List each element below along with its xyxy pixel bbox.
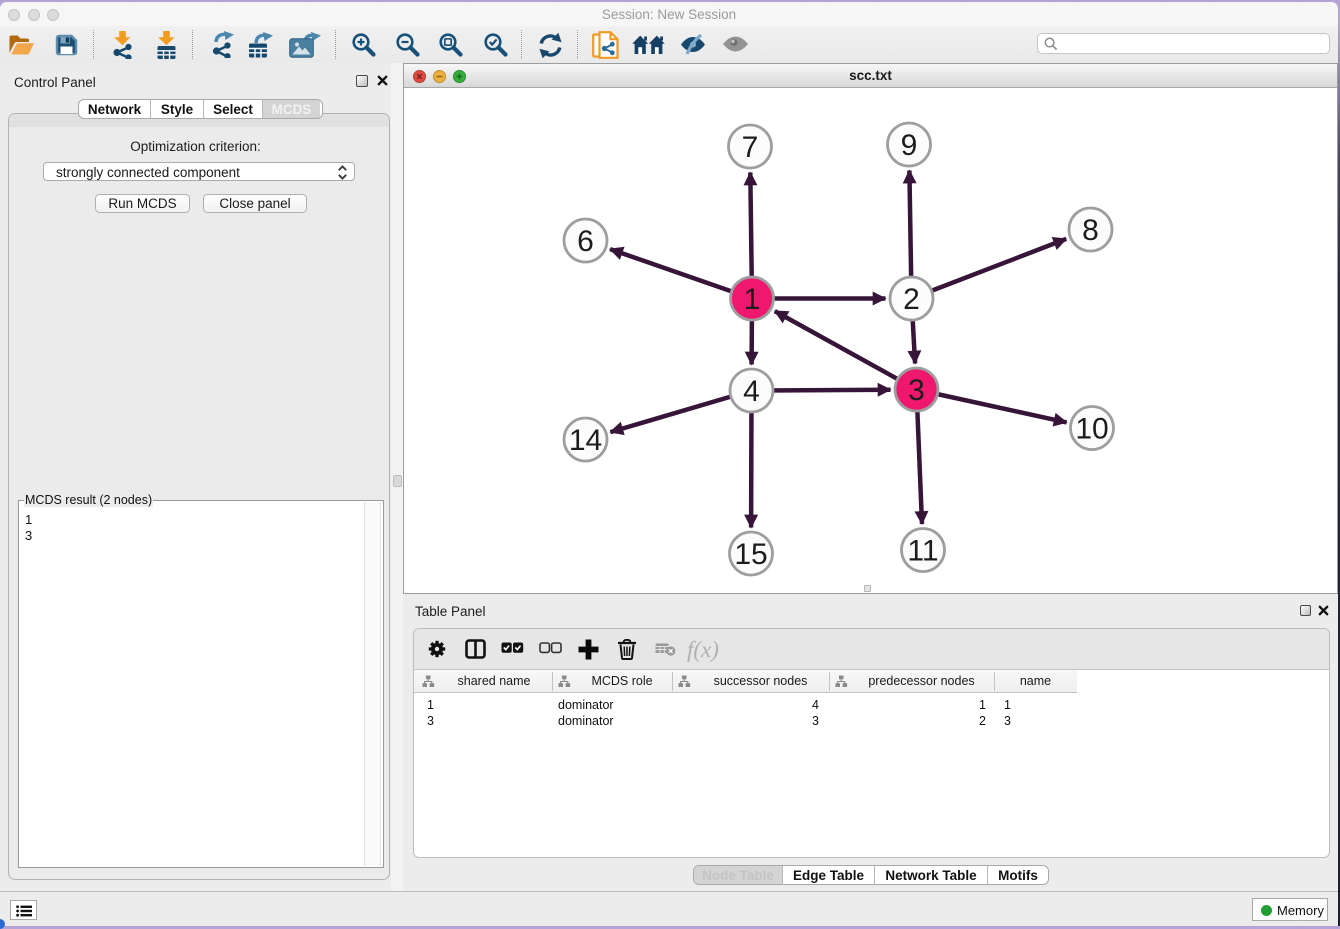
- svg-text:7: 7: [742, 131, 759, 164]
- svg-text:8: 8: [1082, 214, 1099, 247]
- svg-text:2: 2: [903, 283, 920, 316]
- svg-text:9: 9: [901, 129, 918, 162]
- svg-text:4: 4: [743, 375, 760, 408]
- svg-text:10: 10: [1075, 413, 1108, 446]
- svg-text:1: 1: [744, 283, 761, 316]
- svg-text:3: 3: [908, 374, 925, 407]
- svg-text:11: 11: [907, 535, 938, 568]
- svg-text:14: 14: [569, 424, 602, 457]
- svg-text:6: 6: [577, 225, 594, 258]
- svg-text:15: 15: [734, 538, 767, 571]
